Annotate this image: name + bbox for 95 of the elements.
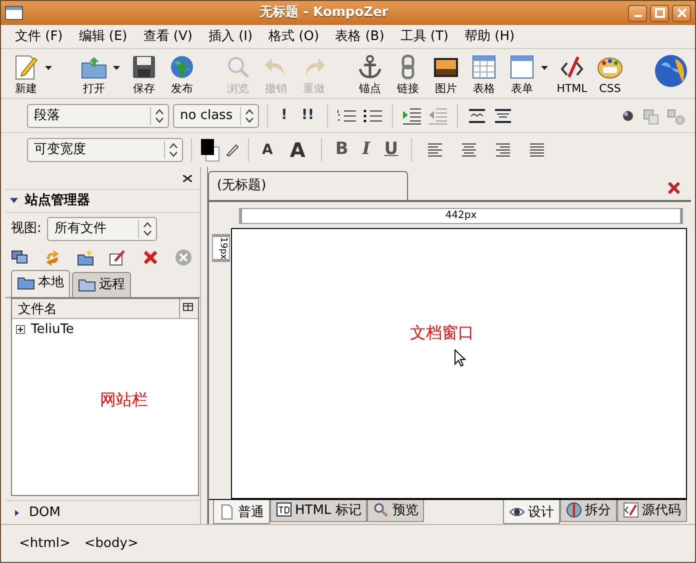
minimize-icon <box>634 14 642 16</box>
expand-toggle-icon[interactable] <box>16 324 25 334</box>
dom-panel-header[interactable]: DOM <box>5 500 200 524</box>
annotation-text: 网站栏 <box>100 389 149 411</box>
edit-pencil-icon[interactable] <box>109 249 126 266</box>
color-swatch-icon[interactable] <box>200 138 220 162</box>
menu-item[interactable]: 编辑 (E) <box>70 26 136 46</box>
sidebar-tab[interactable]: 远程 <box>72 272 131 296</box>
source-code-icon <box>623 502 639 518</box>
window-maximize-button[interactable] <box>650 4 669 22</box>
larger-font-button[interactable]: A <box>284 135 314 165</box>
spinner-arrows-icon <box>155 108 164 122</box>
toolbar-button[interactable]: 链接 <box>389 53 427 98</box>
menu-item[interactable]: 表格 (B) <box>327 26 392 46</box>
toolbar-button[interactable]: CSS <box>591 53 629 98</box>
window-title: 无标题 - KompoZer <box>258 4 390 22</box>
toolbar-button[interactable]: 打开 <box>75 53 113 98</box>
element-path-tag[interactable]: <html> <box>19 534 70 554</box>
view-label: 视图: <box>11 220 42 238</box>
align-center-icon[interactable] <box>460 141 478 159</box>
vertical-ruler: 19px <box>212 234 230 262</box>
new-folder-icon[interactable] <box>76 249 94 266</box>
toolbar-button[interactable]: 锚点 <box>351 53 389 98</box>
folder-icon <box>17 276 35 290</box>
mouse-cursor-icon <box>454 348 466 366</box>
element-path-tag[interactable]: <body> <box>84 534 138 554</box>
toolbar-button[interactable]: 表单 <box>503 53 541 98</box>
td-tag-icon <box>276 502 292 518</box>
toolbar-button[interactable]: 发布 <box>163 53 201 98</box>
horizontal-ruler: 442px <box>239 208 683 224</box>
eraser-pencil-icon[interactable] <box>224 142 240 158</box>
font-select[interactable]: 可变宽度 <box>27 138 183 162</box>
split-view-icon <box>566 502 582 518</box>
delete-x-icon[interactable] <box>142 249 160 266</box>
view-mode-tab[interactable]: 拆分 <box>560 500 617 522</box>
view-mode-tab[interactable]: HTML 标记 <box>270 500 368 522</box>
magnifier-icon <box>373 502 390 518</box>
emphasis-button[interactable]: !! <box>296 105 320 126</box>
sidebar-tab[interactable]: 本地 <box>11 270 70 296</box>
close-tab-icon[interactable] <box>667 182 681 194</box>
toolbar-button[interactable]: 保存 <box>125 53 163 98</box>
close-icon[interactable] <box>183 174 192 182</box>
smaller-font-button[interactable]: A <box>257 140 281 160</box>
view-mode-tab[interactable]: 设计 <box>503 500 560 524</box>
window-close-button[interactable] <box>672 4 691 22</box>
emphasis-button[interactable]: ! <box>276 105 292 126</box>
dropdown-arrow-icon[interactable] <box>541 66 548 70</box>
annotation-text: 文档窗口 <box>410 322 474 344</box>
window-icon[interactable] <box>5 6 23 20</box>
underline-button[interactable]: U <box>379 137 404 163</box>
align-right-icon[interactable] <box>494 141 512 159</box>
view-mode-tab[interactable]: 源代码 <box>617 500 687 522</box>
close-icon <box>676 8 686 18</box>
bold-button[interactable]: B <box>330 137 354 163</box>
globe-icon <box>168 53 196 81</box>
spinner-arrows-icon <box>169 143 178 157</box>
view-select[interactable]: 所有文件 <box>47 217 158 241</box>
menu-item[interactable]: 帮助 (H) <box>456 26 523 46</box>
anchor-icon <box>356 53 384 81</box>
indent-icon[interactable] <box>401 106 424 124</box>
dropdown-arrow-icon[interactable] <box>113 66 120 70</box>
bullet-list-icon[interactable] <box>362 106 384 124</box>
toolbar-button[interactable]: 新建 <box>7 53 45 98</box>
menu-item[interactable]: 工具 (T) <box>392 26 456 46</box>
align-left-icon[interactable] <box>426 141 444 159</box>
spinner-arrows-icon <box>143 222 152 236</box>
computers-icon[interactable] <box>11 249 28 266</box>
form-window-icon <box>508 53 536 81</box>
paragraph-format-select[interactable]: 段落 <box>27 104 169 128</box>
maximize-icon <box>654 8 664 18</box>
view-mode-tab[interactable]: 普通 <box>213 500 270 524</box>
class-select[interactable]: no class <box>173 104 259 128</box>
menu-item[interactable]: 插入 (I) <box>200 26 261 46</box>
table-grid-icon <box>470 53 498 81</box>
tree-item[interactable]: TeliuTe <box>31 320 74 339</box>
menu-item[interactable]: 文件 (F) <box>7 26 71 46</box>
document-canvas[interactable]: 文档窗口 <box>231 228 687 498</box>
page-icon <box>219 504 235 520</box>
column-picker-icon[interactable] <box>183 303 195 313</box>
refresh-arrow-icon[interactable] <box>44 249 61 266</box>
toolbar-button[interactable]: 表格 <box>465 53 503 98</box>
justify-icon[interactable] <box>528 141 546 159</box>
window-minimize-button[interactable] <box>628 4 647 22</box>
menu-item[interactable]: 格式 (O) <box>260 26 328 46</box>
toolbar-button[interactable]: 图片 <box>427 53 465 98</box>
toolbar-button[interactable]: HTML <box>553 53 591 98</box>
document-tab[interactable]: (无标题) <box>208 171 408 200</box>
spinner-arrows-icon <box>245 108 254 122</box>
view-mode-tab[interactable]: 预览 <box>367 500 424 522</box>
italic-button[interactable]: I <box>357 137 376 163</box>
dropdown-arrow-icon[interactable] <box>45 66 52 70</box>
menu-item[interactable]: 查看 (V) <box>135 26 200 46</box>
sidebar-section-header[interactable]: 站点管理器 <box>5 189 200 213</box>
globe-logo-icon[interactable] <box>653 53 689 89</box>
monitor-folder-icon <box>78 278 96 292</box>
